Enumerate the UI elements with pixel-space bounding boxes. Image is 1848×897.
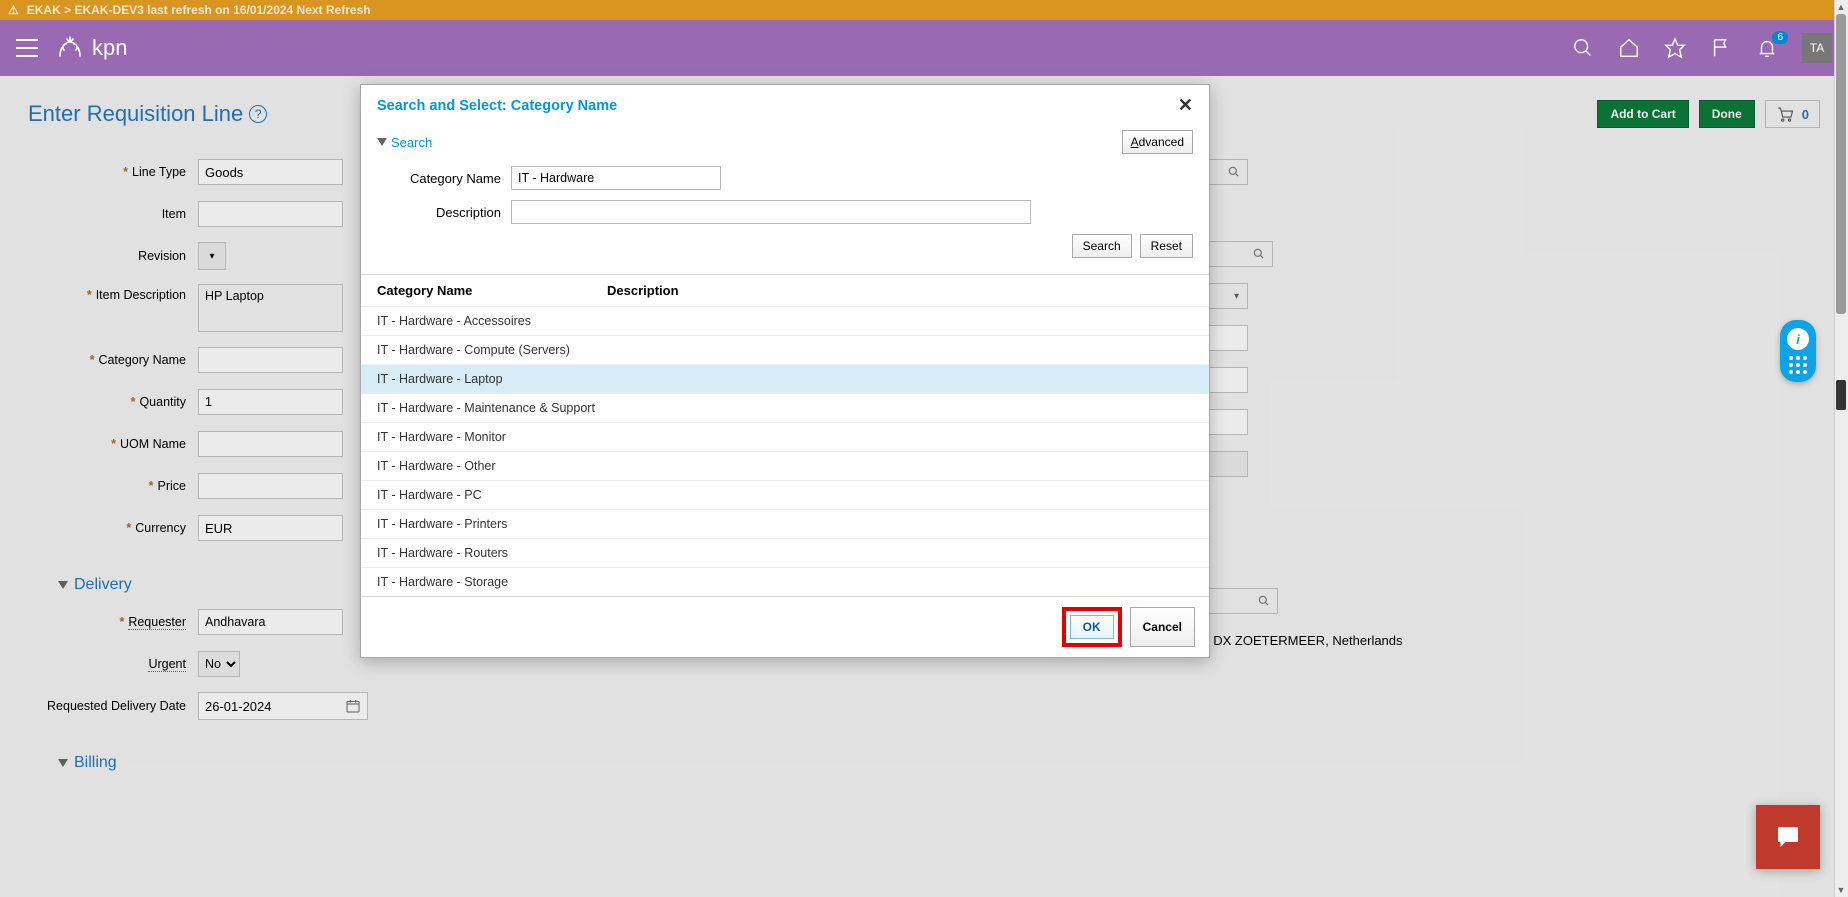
delivery-date-label: Requested Delivery Date: [28, 699, 198, 713]
revision-dropdown[interactable]: ▾: [198, 242, 226, 270]
brand-name: kpn: [92, 35, 127, 61]
cart-icon: [1776, 105, 1794, 123]
modal-cat-label: Category Name: [401, 171, 511, 186]
billing-heading[interactable]: Billing: [58, 754, 1820, 772]
scroll-up-icon[interactable]: ▲: [1834, 0, 1848, 14]
col-description: Description: [607, 283, 1193, 298]
category-input[interactable]: [198, 347, 343, 373]
search-icon[interactable]: [1572, 37, 1594, 59]
star-icon[interactable]: [1664, 37, 1686, 59]
brand-logo[interactable]: kpn: [54, 32, 127, 64]
modal-desc-label: Description: [401, 205, 511, 220]
scrollbar-track[interactable]: ▲ ▼: [1834, 0, 1848, 897]
delivery-date-input[interactable]: 26-01-2024: [198, 692, 368, 720]
warning-icon: ⚠: [8, 3, 19, 17]
reset-button[interactable]: Reset: [1140, 234, 1193, 258]
result-row[interactable]: IT - Hardware - PC: [361, 480, 1209, 509]
quantity-label: *Quantity: [28, 395, 198, 409]
col-category: Category Name: [377, 283, 607, 298]
requester-input[interactable]: [198, 609, 343, 635]
result-row[interactable]: IT - Hardware - Compute (Servers): [361, 335, 1209, 364]
urgent-label: Urgent: [28, 657, 198, 671]
item-label: Item: [28, 207, 198, 221]
add-to-cart-button[interactable]: Add to Cart: [1597, 100, 1688, 128]
flag-icon[interactable]: [1710, 37, 1732, 59]
search-icon: [1252, 247, 1266, 261]
crown-icon: [54, 32, 86, 64]
dialpad-icon: [1789, 356, 1807, 374]
price-input[interactable]: [198, 473, 343, 499]
currency-select[interactable]: EUR: [198, 515, 343, 541]
result-row[interactable]: IT - Hardware - Laptop: [361, 364, 1209, 393]
menu-icon[interactable]: [16, 39, 38, 57]
search-button[interactable]: Search: [1072, 234, 1132, 258]
uom-label: *UOM Name: [28, 437, 198, 451]
search-icon: [1227, 165, 1241, 179]
modal-desc-input[interactable]: [511, 200, 1031, 224]
cart-widget[interactable]: 0: [1765, 100, 1820, 128]
search-section-toggle[interactable]: Search: [377, 135, 432, 150]
scrollbar-segment[interactable]: [1836, 380, 1846, 410]
scroll-down-icon[interactable]: ▼: [1834, 883, 1848, 897]
currency-label: *Currency: [28, 521, 198, 535]
requester-label: *Requester: [28, 615, 198, 629]
chat-icon: [1773, 822, 1803, 852]
item-desc-label: *Item Description: [28, 284, 198, 302]
ok-highlight: OK: [1062, 607, 1122, 647]
cancel-button[interactable]: Cancel: [1130, 607, 1195, 647]
ok-button[interactable]: OK: [1070, 615, 1114, 639]
category-label: *Category Name: [28, 353, 198, 367]
banner-text: EKAK > EKAK-DEV3 last refresh on 16/01/2…: [27, 3, 371, 17]
bell-icon[interactable]: 6: [1756, 37, 1778, 59]
done-button[interactable]: Done: [1699, 100, 1755, 128]
results-table: Category Name Description IT - Hardware …: [361, 274, 1209, 596]
result-row[interactable]: IT - Hardware - Maintenance & Support: [361, 393, 1209, 422]
result-row[interactable]: IT - Hardware - Printers: [361, 509, 1209, 538]
page-title: Enter Requisition Line ?: [28, 101, 267, 127]
result-row[interactable]: IT - Hardware - Routers: [361, 538, 1209, 567]
item-input[interactable]: [198, 201, 343, 227]
modal-cat-input[interactable]: [511, 166, 721, 190]
uom-input[interactable]: [198, 431, 343, 457]
line-type-select[interactable]: Goods: [198, 159, 343, 185]
close-icon[interactable]: ✕: [1178, 95, 1193, 116]
scrollbar-thumb[interactable]: [1836, 14, 1846, 314]
quantity-input[interactable]: [198, 389, 343, 415]
result-row[interactable]: IT - Hardware - Monitor: [361, 422, 1209, 451]
item-desc-textarea[interactable]: HP Laptop: [198, 284, 343, 332]
price-label: *Price: [28, 479, 198, 493]
chat-button[interactable]: [1756, 805, 1820, 869]
search-icon: [1257, 594, 1271, 608]
avatar[interactable]: TA: [1802, 33, 1832, 63]
line-type-label: *Line Type: [28, 165, 198, 179]
result-row[interactable]: IT - Hardware - Accessoires: [361, 306, 1209, 335]
cart-count: 0: [1802, 107, 1809, 122]
urgent-select[interactable]: No: [198, 651, 240, 677]
category-search-modal: Search and Select: Category Name ✕ Searc…: [360, 84, 1210, 658]
result-row[interactable]: IT - Hardware - Other: [361, 451, 1209, 480]
notification-count: 6: [1772, 31, 1788, 44]
modal-title: Search and Select: Category Name: [377, 98, 617, 114]
refresh-banner: ⚠ EKAK > EKAK-DEV3 last refresh on 16/01…: [0, 0, 1848, 20]
advanced-button[interactable]: Advanced: [1122, 130, 1193, 154]
help-icon[interactable]: ?: [249, 105, 267, 123]
info-icon: i: [1787, 328, 1809, 350]
result-row[interactable]: IT - Hardware - Storage: [361, 567, 1209, 596]
calendar-icon: [345, 698, 361, 714]
home-icon[interactable]: [1618, 37, 1640, 59]
header-bar: kpn 6 TA: [0, 20, 1848, 76]
info-widget[interactable]: i: [1780, 320, 1816, 382]
chevron-down-icon: ▾: [1234, 291, 1239, 302]
revision-label: Revision: [28, 249, 198, 263]
